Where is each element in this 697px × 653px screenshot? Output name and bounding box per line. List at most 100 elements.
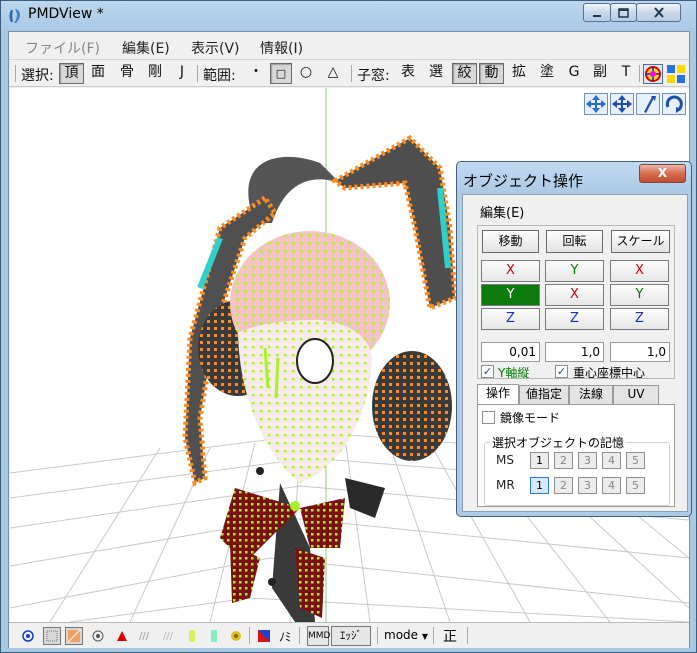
texture-display-icon[interactable] <box>65 627 83 645</box>
mmd-button[interactable]: MMD <box>307 626 330 646</box>
ik-display-icon[interactable]: /// <box>135 627 153 645</box>
vertex-display-icon[interactable] <box>19 627 37 645</box>
menu-bar: ファイル(F) 編集(E) 表示(V) 情報(I) <box>9 32 689 60</box>
mr-slot-4[interactable]: 4 <box>602 477 621 494</box>
maximize-button[interactable] <box>610 3 637 22</box>
select-vertex-button[interactable]: 頂 <box>59 63 84 84</box>
selection-memory-label: 選択オブジェクトの記憶 <box>490 434 627 451</box>
menu-file[interactable]: ファイル(F) <box>25 38 100 58</box>
menu-view[interactable]: 表示(V) <box>191 38 240 58</box>
dialog-menu-edit[interactable]: 編集(E) <box>480 202 524 221</box>
mr-slot-5[interactable]: 5 <box>626 477 645 494</box>
select-face-button[interactable]: 面 <box>87 63 109 84</box>
child-table-button[interactable]: 表 <box>397 63 419 84</box>
tab-operation[interactable]: 操作 <box>477 384 519 404</box>
mr-slot-2[interactable]: 2 <box>554 477 573 494</box>
tab-value[interactable]: 値指定 <box>519 385 569 404</box>
color-wheel-icon[interactable] <box>643 64 663 84</box>
child-sub-button[interactable]: 副 <box>589 63 611 84</box>
move-button[interactable]: 移動 <box>482 230 539 253</box>
tab-normal[interactable]: 法線 <box>569 385 613 404</box>
front-view-button[interactable]: 正 <box>443 626 457 646</box>
group-display-icon[interactable] <box>227 627 245 645</box>
dialog-title: オブジェクト操作 <box>463 172 584 190</box>
range-point-button[interactable]: ・ <box>245 63 267 84</box>
rotate-icon <box>665 95 683 113</box>
range-circle-button[interactable]: ○ <box>295 63 317 84</box>
select-bone-button[interactable]: 骨 <box>116 63 138 84</box>
grid-color-icon[interactable] <box>666 64 686 84</box>
select-joint-button[interactable]: J <box>171 63 193 84</box>
menu-info[interactable]: 情報(I) <box>260 38 303 58</box>
child-filter-button[interactable]: 絞 <box>452 63 477 84</box>
rotate-tool[interactable] <box>662 93 686 115</box>
separator <box>377 627 378 644</box>
scale-axis-3[interactable]: Z <box>610 308 669 330</box>
move-axis-3[interactable]: Z <box>481 308 540 330</box>
axis-label: Y <box>635 287 644 302</box>
joint-display-icon[interactable] <box>183 627 201 645</box>
mirror-mode-label: 鏡像モード <box>500 411 561 425</box>
mirror-mode-checkbox[interactable] <box>482 411 495 424</box>
mr-slot-1[interactable]: 1 <box>530 477 549 494</box>
scale-axis-2[interactable]: Y <box>610 284 669 306</box>
child-select-button[interactable]: 選 <box>425 63 447 84</box>
y-axis-vertical-checkbox[interactable]: ✓ <box>481 365 494 378</box>
ms-slot-3[interactable]: 3 <box>578 452 597 469</box>
range-triangle-button[interactable]: △ <box>322 63 344 84</box>
move-axis-2[interactable]: Y <box>481 284 540 306</box>
menu-edit[interactable]: 編集(E) <box>122 38 170 58</box>
child-move-button[interactable]: 動 <box>479 63 504 84</box>
rotate-button[interactable]: 回転 <box>546 230 603 253</box>
rotate-axis-1[interactable]: Y <box>545 260 604 282</box>
scale-button[interactable]: スケール <box>611 230 670 253</box>
minimize-button[interactable] <box>583 3 611 22</box>
material-display-icon[interactable] <box>89 627 107 645</box>
child-expand-button[interactable]: 拡 <box>508 63 530 84</box>
minimize-icon <box>593 14 601 17</box>
ms-slot-2[interactable]: 2 <box>554 452 573 469</box>
close-button[interactable] <box>636 3 681 22</box>
child-t-button[interactable]: T <box>615 63 637 84</box>
separator <box>467 627 468 644</box>
rotate-step-input[interactable]: 1,0 <box>545 342 604 362</box>
mi-label[interactable]: ﾉﾐ <box>279 628 291 645</box>
move-step-input[interactable]: 0,01 <box>481 342 540 362</box>
child-group-button[interactable]: G <box>563 63 585 84</box>
wire-display-icon[interactable] <box>43 627 61 645</box>
color-display-icon[interactable] <box>255 627 273 645</box>
separator <box>299 627 300 644</box>
range-rect-button[interactable]: □ <box>270 63 292 84</box>
main-window: PMDView * ファイル(F) 編集(E) 表示(V) 情報(I) 選択: … <box>0 0 697 653</box>
dialog-close-button[interactable]: X <box>639 164 686 183</box>
scale-axis-1[interactable]: X <box>610 260 669 282</box>
app-icon <box>9 9 20 23</box>
axis-label: Z <box>506 311 515 326</box>
bone-display-icon[interactable] <box>113 627 131 645</box>
move-axis-1[interactable]: X <box>481 260 540 282</box>
edge-button[interactable]: ｴｯｼﾞ <box>331 626 371 646</box>
mr-slot-3[interactable]: 3 <box>578 477 597 494</box>
pointer-tool[interactable] <box>636 93 660 115</box>
mode-dropdown[interactable]: mode ▼ <box>384 628 428 642</box>
ms-slot-4[interactable]: 4 <box>602 452 621 469</box>
rotate-axis-2[interactable]: X <box>545 284 604 306</box>
move-all-tool[interactable] <box>610 93 634 115</box>
move-xy-tool[interactable] <box>584 93 608 115</box>
ms-slot-1[interactable]: 1 <box>530 452 549 469</box>
scale-step-input[interactable]: 1,0 <box>610 342 670 362</box>
separator <box>351 65 352 82</box>
morph-display-icon[interactable] <box>205 627 223 645</box>
operation-panel: 移動 回転 スケール X Y Z Y X Z X Y Z 0,01 1,0 1,… <box>477 225 675 380</box>
pointer-icon <box>644 96 656 113</box>
mr-label: MR <box>496 478 515 492</box>
center-of-mass-checkbox[interactable]: ✓ <box>555 365 568 378</box>
rotate-axis-3[interactable]: Z <box>545 308 604 330</box>
select-rigid-button[interactable]: 剛 <box>144 63 166 84</box>
child-paint-button[interactable]: 塗 <box>536 63 558 84</box>
ms-slot-5[interactable]: 5 <box>626 452 645 469</box>
title-bar[interactable]: PMDView * <box>1 1 696 31</box>
rigid-display-icon[interactable]: /// <box>159 627 177 645</box>
tab-uv[interactable]: UV <box>613 385 659 404</box>
status-bar: /// /// ﾉﾐ MMD ｴｯｼﾞ mode ▼ 正 <box>9 622 689 648</box>
